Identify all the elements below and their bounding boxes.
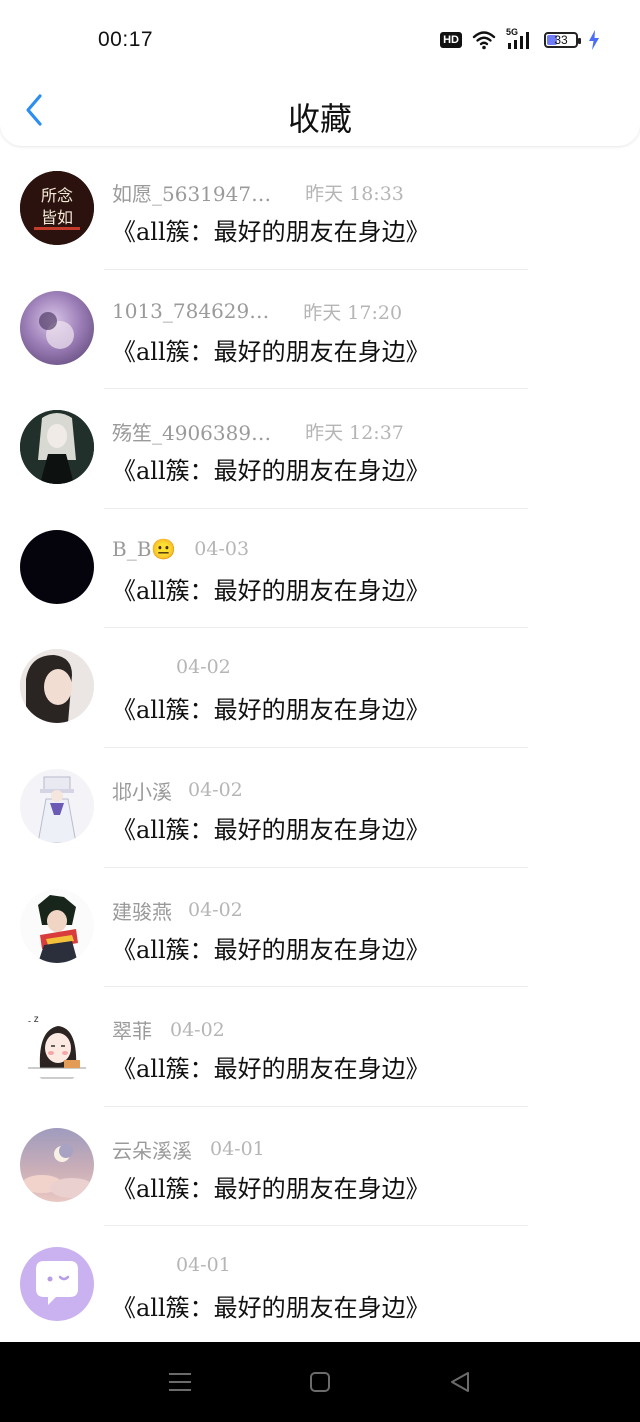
hd-badge: HD: [440, 32, 462, 48]
system-back-button[interactable]: [440, 1362, 480, 1402]
item-date: 04-01: [176, 1254, 231, 1277]
item-meta: 如愿_5631947… 昨天 18:33: [112, 178, 404, 207]
app-header: 00:17 HD 5G 33 收藏: [0, 0, 640, 146]
black-avatar[interactable]: [20, 529, 94, 604]
moon-sky-avatar[interactable]: [20, 1127, 94, 1202]
signal-bars-icon: [508, 32, 529, 49]
item-title: 《all簇：最好的朋友在身边》: [112, 1055, 430, 1084]
purple-photo-avatar[interactable]: [20, 290, 94, 365]
user-name: 翠菲: [112, 1019, 152, 1044]
list-item[interactable]: 04-01 《all簇：最好的朋友在身边》: [0, 1226, 640, 1346]
item-meta: B_B😐 04-03: [112, 537, 249, 561]
list-item[interactable]: 建骏燕 04-02 《all簇：最好的朋友在身边》: [0, 868, 640, 988]
item-title: 《all簇：最好的朋友在身边》: [112, 1294, 430, 1323]
item-meta: 殇笙_4906389… 昨天 12:37: [112, 417, 404, 446]
item-title: 《all簇：最好的朋友在身边》: [112, 696, 430, 725]
favorites-list: 所念 皆如 如愿_5631947… 昨天 18:33 《all簇：最好的朋友在身…: [0, 150, 640, 1346]
item-date: 04-02: [188, 899, 243, 922]
anime-dark-avatar[interactable]: [20, 410, 94, 485]
home-button[interactable]: [300, 1362, 340, 1402]
chat-bubble-avatar[interactable]: [20, 1247, 94, 1322]
status-icons: HD 5G 33: [440, 27, 600, 53]
user-name: 殇笙_4906389…: [112, 421, 272, 446]
system-nav-bar: [0, 1342, 640, 1422]
user-name: 1013_784629…: [112, 299, 270, 324]
square-home-icon: [310, 1372, 330, 1392]
list-item[interactable]: B_B😐 04-03 《all簇：最好的朋友在身边》: [0, 509, 640, 629]
list-item[interactable]: z z 翠菲 04-02 《all簇：最好的朋友在身边》: [0, 987, 640, 1107]
user-name: 如愿_5631947…: [112, 182, 272, 206]
list-item[interactable]: 1013_784629… 昨天 17:20 《all簇：最好的朋友在身边》: [0, 270, 640, 390]
item-date: 04-01: [210, 1138, 265, 1161]
triangle-back-icon: [451, 1372, 469, 1392]
user-name: 邶小溪: [112, 779, 172, 804]
item-title: 《all簇：最好的朋友在身边》: [112, 1174, 430, 1203]
list-item[interactable]: 04-02 《all簇：最好的朋友在身边》: [0, 628, 640, 748]
status-time: 00:17: [98, 28, 154, 51]
item-date: 04-02: [176, 656, 231, 679]
item-date: 昨天 12:37: [305, 422, 404, 445]
charging-bolt-icon: [589, 30, 599, 50]
svg-text:皆如: 皆如: [41, 208, 73, 227]
list-item[interactable]: 云朵溪溪 04-01 《all簇：最好的朋友在身边》: [0, 1107, 640, 1227]
page-title: 收藏: [287, 100, 352, 138]
item-title: 《all簇：最好的朋友在身边》: [112, 337, 430, 366]
item-date: 昨天 18:33: [305, 183, 404, 205]
item-meta: 04-02: [176, 656, 231, 678]
battery-indicator: 33: [544, 32, 581, 48]
user-name: 云朵溪溪: [112, 1138, 192, 1163]
svg-text:所念: 所念: [41, 186, 73, 205]
item-meta: 邶小溪 04-02: [112, 776, 243, 805]
scarf-character-avatar[interactable]: [20, 888, 94, 963]
item-meta: 建骏燕 04-02: [112, 896, 243, 925]
list-item[interactable]: 邶小溪 04-02 《all簇：最好的朋友在身边》: [0, 748, 640, 868]
item-date: 04-03: [194, 537, 250, 560]
menu-icon: [169, 1373, 191, 1391]
user-name: B_B😐: [112, 536, 177, 561]
item-title: 《all簇：最好的朋友在身边》: [112, 576, 430, 605]
girl-photo-avatar[interactable]: [20, 649, 94, 724]
menu-button[interactable]: [160, 1362, 200, 1402]
item-title: 《all簇：最好的朋友在身边》: [112, 935, 430, 964]
white-character-avatar[interactable]: [20, 768, 94, 843]
item-date: 昨天 17:20: [303, 301, 403, 324]
item-title: 《all簇：最好的朋友在身边》: [112, 815, 430, 844]
list-item[interactable]: 所念 皆如 如愿_5631947… 昨天 18:33 《all簇：最好的朋友在身…: [0, 150, 640, 270]
item-title: 《all簇：最好的朋友在身边》: [112, 457, 430, 486]
signal-indicator: 5G: [506, 27, 534, 51]
item-meta: 04-01: [176, 1254, 231, 1276]
item-meta: 翠菲 04-02: [112, 1015, 225, 1044]
svg-text:z z: z z: [26, 1014, 39, 1025]
sketch-girl-avatar[interactable]: z z: [20, 1008, 94, 1083]
item-date: 04-02: [170, 1018, 225, 1041]
battery-level: 33: [554, 33, 568, 47]
item-meta: 1013_784629… 昨天 17:20: [112, 298, 402, 325]
wifi-icon: [472, 31, 496, 50]
item-date: 04-02: [188, 779, 243, 802]
user-name: 建骏燕: [112, 899, 172, 924]
dark-calligraphy-avatar[interactable]: 所念 皆如: [20, 171, 94, 245]
item-meta: 云朵溪溪 04-01: [112, 1135, 265, 1164]
list-item[interactable]: 殇笙_4906389… 昨天 12:37 《all簇：最好的朋友在身边》: [0, 389, 640, 509]
item-title: 《all簇：最好的朋友在身边》: [112, 218, 430, 246]
